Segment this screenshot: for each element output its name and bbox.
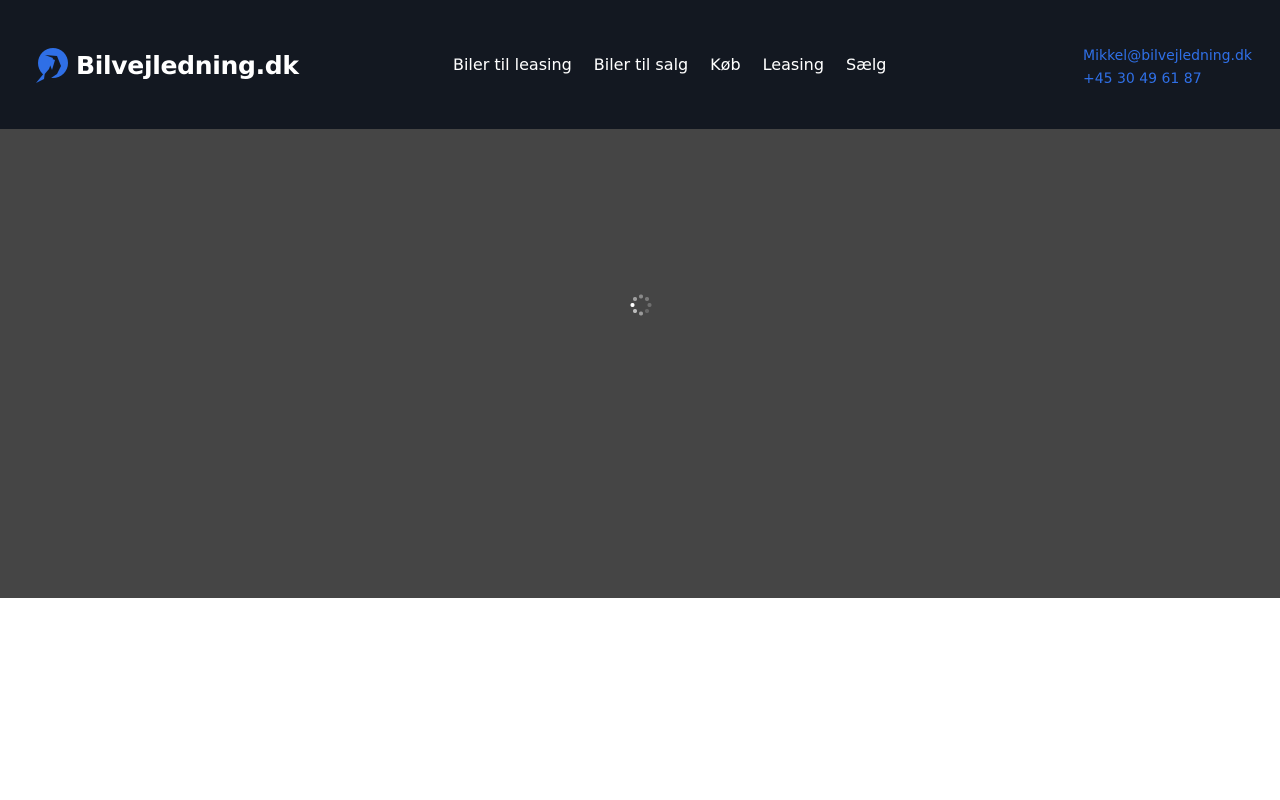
- logo-text: Bilvejledning.dk: [76, 50, 299, 80]
- nav-biler-til-salg[interactable]: Biler til salg: [594, 55, 688, 75]
- contact-email-link[interactable]: Mikkel@bilvejledning.dk: [1083, 45, 1252, 68]
- content-area: [0, 598, 1280, 800]
- site-header: Bilvejledning.dk Biler til leasing Biler…: [0, 0, 1280, 129]
- loading-spinner-icon: [630, 294, 652, 316]
- nav-leasing[interactable]: Leasing: [763, 55, 824, 75]
- hero-banner: [0, 129, 1280, 598]
- contact-phone-link[interactable]: +45 30 49 61 87: [1083, 68, 1252, 91]
- main-nav: Biler til leasing Biler til salg Køb Lea…: [453, 55, 886, 75]
- site-logo[interactable]: Bilvejledning.dk: [35, 46, 299, 84]
- logo-mark-icon: [35, 46, 69, 84]
- nav-koeb[interactable]: Køb: [710, 55, 740, 75]
- nav-saelg[interactable]: Sælg: [846, 55, 886, 75]
- nav-biler-til-leasing[interactable]: Biler til leasing: [453, 55, 572, 75]
- contact-info: Mikkel@bilvejledning.dk +45 30 49 61 87: [1083, 45, 1252, 91]
